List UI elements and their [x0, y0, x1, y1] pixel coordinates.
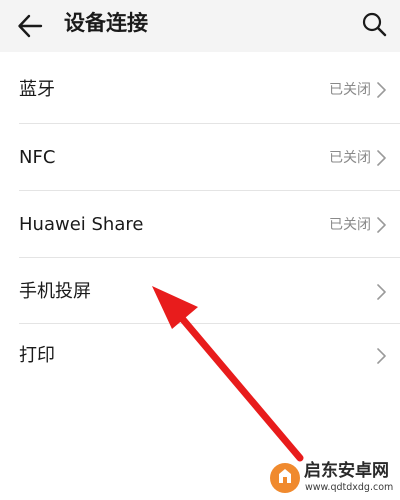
chevron-right-icon [377, 284, 386, 300]
watermark: 启东安卓网 www.qdtdxdg.com [268, 457, 398, 497]
settings-screen: 设备连接 蓝牙 已关闭 NFC 已关闭 Huawei Share 已关闭 手机投… [0, 0, 400, 500]
watermark-brand: 启东安卓网 [304, 461, 389, 481]
search-icon [362, 12, 387, 37]
arrow-left-icon [18, 14, 43, 38]
chevron-right-icon [377, 348, 386, 364]
list-item-print[interactable]: 打印 [0, 324, 400, 390]
list-item-label: NFC [19, 147, 56, 168]
search-button[interactable] [352, 4, 396, 44]
list-item-nfc[interactable]: NFC 已关闭 [0, 124, 400, 191]
status-text: 已关闭 [329, 150, 371, 166]
back-button[interactable] [10, 6, 50, 46]
list-item-label: 打印 [19, 345, 55, 366]
chevron-right-icon [377, 217, 386, 233]
settings-list: 蓝牙 已关闭 NFC 已关闭 Huawei Share 已关闭 手机投屏 打印 [0, 52, 400, 500]
app-header: 设备连接 [0, 0, 400, 52]
chevron-right-icon [377, 150, 386, 166]
status-text: 已关闭 [329, 217, 371, 233]
status-text: 已关闭 [329, 82, 371, 98]
page-title: 设备连接 [64, 11, 148, 35]
list-item-label: 手机投屏 [19, 281, 91, 302]
list-item-label: 蓝牙 [19, 79, 55, 100]
list-item-bluetooth[interactable]: 蓝牙 已关闭 [0, 52, 400, 124]
chevron-right-icon [377, 82, 386, 98]
list-item-label: Huawei Share [19, 214, 144, 235]
list-item-huawei-share[interactable]: Huawei Share 已关闭 [0, 191, 400, 258]
watermark-url: www.qdtdxdg.com [305, 482, 394, 493]
list-item-screen-projection[interactable]: 手机投屏 [0, 258, 400, 324]
watermark-logo-icon [270, 463, 300, 493]
